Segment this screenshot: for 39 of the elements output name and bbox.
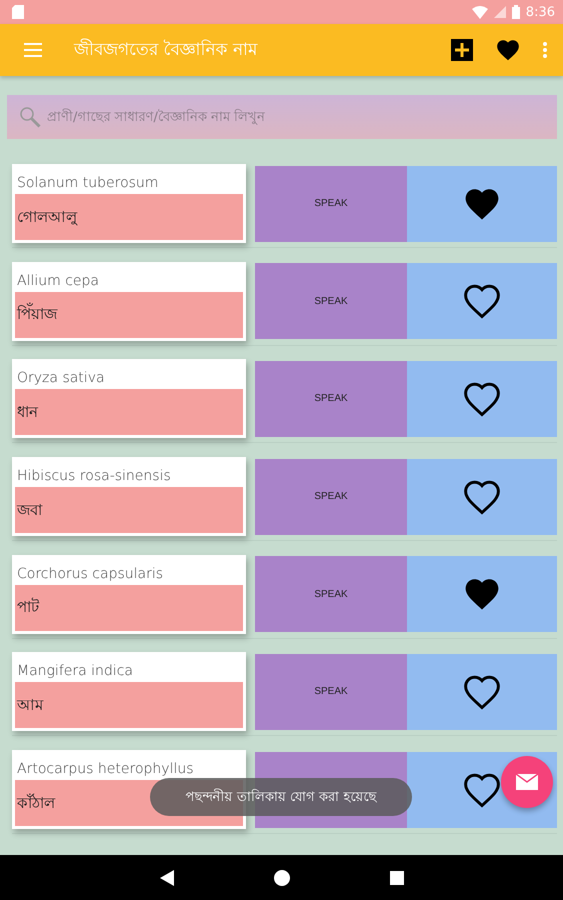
signal-icon bbox=[494, 6, 506, 18]
scientific-name: Allium cepa bbox=[17, 272, 99, 289]
scientific-name: Corchorus capsularis bbox=[17, 566, 164, 582]
search-field[interactable]: প্রাণী/গাছের সাধারণ/বৈজ্ঞানিক নাম লিখুন bbox=[7, 95, 557, 139]
common-name: পিঁয়াজ bbox=[15, 292, 243, 338]
common-name: আম bbox=[15, 682, 243, 728]
heart-outline-icon[interactable] bbox=[462, 478, 502, 515]
scientific-name: Artocarpus heterophyllus bbox=[17, 761, 194, 778]
scientific-name: Solanum tuberosum bbox=[17, 175, 158, 191]
clock-time: 8:36 bbox=[526, 4, 555, 20]
heart-outline-icon[interactable] bbox=[462, 674, 502, 710]
sd-card-icon bbox=[12, 5, 24, 19]
speak-button[interactable]: SPEAK bbox=[255, 654, 407, 730]
home-icon[interactable] bbox=[274, 870, 290, 886]
back-icon[interactable] bbox=[160, 870, 174, 886]
common-name: গোলআলু bbox=[15, 194, 243, 240]
heart-outline-icon[interactable] bbox=[462, 283, 502, 320]
add-icon[interactable] bbox=[451, 39, 473, 61]
heart-outline-icon[interactable] bbox=[462, 380, 502, 417]
speak-button[interactable]: SPEAK bbox=[255, 360, 407, 437]
common-name: ধান bbox=[15, 389, 243, 436]
wifi-icon bbox=[472, 6, 488, 18]
search-icon bbox=[19, 106, 41, 128]
scientific-name: Mangifera indica bbox=[17, 663, 133, 680]
common-name: জবা bbox=[15, 487, 243, 534]
mail-icon bbox=[516, 774, 538, 790]
app-title: জীবজগতের বৈজ্ঞানিক নাম bbox=[74, 38, 259, 62]
common-name: পাট bbox=[15, 584, 243, 631]
heart-icon[interactable] bbox=[495, 38, 521, 62]
battery-icon bbox=[512, 5, 520, 19]
heart-outline-icon[interactable] bbox=[462, 772, 502, 808]
toast-message: পছন্দনীয় তালিকায় যোগ করা হয়েছে bbox=[150, 778, 412, 816]
speak-button[interactable]: SPEAK bbox=[255, 263, 407, 340]
recents-icon[interactable] bbox=[390, 870, 404, 884]
scientific-name: Hibiscus rosa-sinensis bbox=[17, 468, 171, 484]
scientific-name: Oryza sativa bbox=[17, 370, 105, 386]
speak-button[interactable]: SPEAK bbox=[255, 458, 407, 535]
speak-button[interactable]: SPEAK bbox=[255, 166, 407, 242]
speak-button[interactable]: SPEAK bbox=[255, 556, 407, 632]
